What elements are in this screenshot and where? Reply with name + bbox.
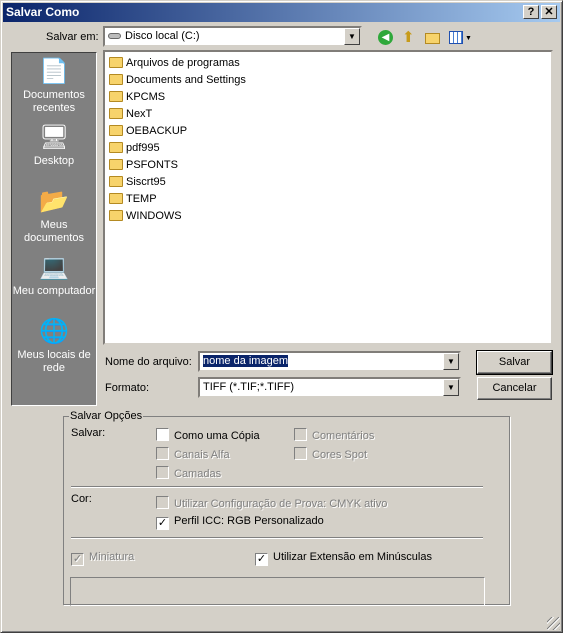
group-title: Salvar Opções [69,410,144,422]
place-recent[interactable]: 📄 Documentos recentes [12,57,96,115]
format-label: Formato: [105,382,150,394]
list-item[interactable]: TEMP [109,191,157,207]
save-in-dropdown[interactable]: Disco local (C:) ▼ [103,26,362,47]
place-label: Meus locais de rede [17,349,91,374]
format-value: TIFF (*.TIF;*.TIFF) [203,381,295,393]
folder-icon [109,142,123,153]
chevron-down-icon[interactable]: ▼ [344,28,360,45]
chevron-down-icon[interactable]: ▼ [443,353,459,370]
folder-icon [109,108,123,119]
view-dropdown-arrow-icon[interactable]: ▼ [465,35,472,42]
as-copy-checkbox[interactable]: Como uma Cópia [156,428,260,443]
file-list[interactable]: Arquivos de programas Documents and Sett… [103,50,553,345]
back-icon[interactable]: ◀ [378,30,393,45]
list-item[interactable]: Arquivos de programas [109,55,240,71]
chevron-down-icon[interactable]: ▼ [443,379,459,396]
place-label: Meus documentos [24,219,84,244]
list-item[interactable]: WINDOWS [109,208,182,224]
folder-icon [109,210,123,221]
comments-checkbox[interactable]: Comentários [294,428,374,443]
folder-icon [109,159,123,170]
list-item[interactable]: NexT [109,106,152,122]
title-bar: Salvar Como [3,3,560,22]
folder-icon [109,176,123,187]
folder-icon [109,74,123,85]
save-button[interactable]: Salvar [476,350,553,375]
dialog-title: Salvar Como [6,5,80,19]
filename-label: Nome do arquivo: [105,356,192,368]
view-menu-icon[interactable] [449,31,463,44]
desktop-icon: 🖥 [39,124,70,151]
save-in-label: Salvar em: [46,31,99,43]
place-label: Desktop [33,155,75,167]
recent-documents-icon: 📄 [39,58,69,85]
color-label: Cor: [71,493,92,505]
list-item[interactable]: OEBACKUP [109,123,187,139]
place-desktop[interactable]: 🖥 Desktop [12,123,96,168]
places-bar: 📄 Documentos recentes 🖥 Desktop 📂 Meus docu… [11,52,97,406]
lowercase-extension-checkbox[interactable]: ✓ Utilizar Extensão em Minúsculas [255,551,432,566]
place-label: Documentos recentes [23,89,85,114]
save-label: Salvar: [71,427,106,439]
divider [71,486,483,488]
folder-icon [109,193,123,204]
list-item[interactable]: Documents and Settings [109,72,246,88]
alpha-channels-checkbox[interactable]: Canais Alfa [156,447,230,462]
list-item[interactable]: KPCMS [109,89,165,105]
list-item[interactable]: pdf995 [109,140,160,156]
save-in-value: Disco local (C:) [125,30,200,42]
proof-setup-checkbox[interactable]: Utilizar Configuração de Prova: CMYK ati… [156,496,387,511]
my-documents-icon: 📂 [39,188,69,215]
new-folder-icon[interactable] [425,33,440,44]
place-network[interactable]: 🌐 Meus locais de rede [12,317,96,375]
icc-profile-checkbox[interactable]: ✓ Perfil ICC: RGB Personalizado [156,515,324,530]
network-places-icon: 🌐 [39,318,69,345]
thumbnail-checkbox[interactable]: ✓ Miniatura [71,551,134,566]
folder-icon [109,91,123,102]
warning-area [70,577,485,606]
help-button[interactable]: ? [523,5,539,19]
list-item[interactable]: Siscrt95 [109,174,166,190]
layers-checkbox[interactable]: Camadas [156,466,221,481]
format-dropdown[interactable]: TIFF (*.TIF;*.TIFF) ▼ [198,377,461,398]
place-my-computer[interactable]: 💻 Meu computador [12,253,96,298]
resize-grip[interactable] [547,617,560,630]
place-my-documents[interactable]: 📂 Meus documentos [12,187,96,245]
cancel-button[interactable]: Cancelar [477,377,552,400]
up-folder-icon[interactable]: ⬆ [402,28,415,46]
close-button[interactable]: ✕ [541,5,557,19]
folder-icon [109,125,123,136]
my-computer-icon: 💻 [39,254,69,281]
drive-icon [108,33,121,39]
place-label: Meu computador [12,285,96,297]
spot-colors-checkbox[interactable]: Cores Spot [294,447,367,462]
divider [71,537,483,539]
folder-icon [109,57,123,68]
filename-value: nome da imagem [203,355,288,367]
filename-input[interactable]: nome da imagem ▼ [198,351,461,372]
list-item[interactable]: PSFONTS [109,157,178,173]
